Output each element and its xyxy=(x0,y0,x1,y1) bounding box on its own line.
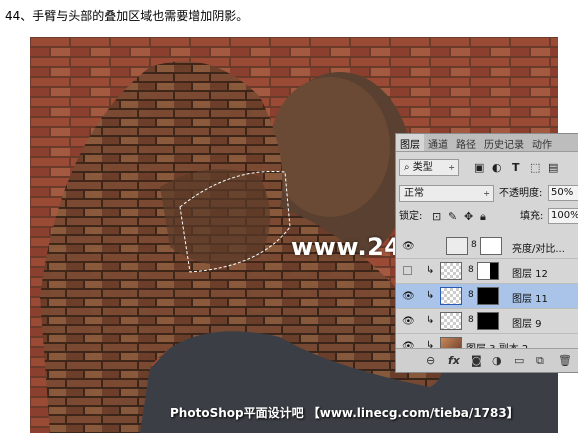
eye-hidden-icon[interactable] xyxy=(403,266,412,275)
mask-thumbnail xyxy=(477,262,499,280)
opacity-field[interactable]: 50% xyxy=(548,185,578,201)
move-icon[interactable]: ✥ xyxy=(464,210,473,224)
chevron-icon: ÷ xyxy=(448,163,455,172)
shape-icon[interactable]: ⬚ xyxy=(530,161,540,175)
eye-icon[interactable]: 👁︎ xyxy=(402,241,415,252)
link-icon[interactable]: 8 xyxy=(468,265,474,275)
layer-name: 图层 11 xyxy=(512,294,548,305)
lock-icon[interactable]: 🔒︎ xyxy=(480,210,486,224)
clip-arrow-icon: ↳ xyxy=(426,315,435,326)
clip-arrow-icon: ↳ xyxy=(426,265,435,276)
layer-name: 亮度/对比... xyxy=(512,244,565,255)
blend-mode-value: 正常 xyxy=(404,188,424,199)
type-icon[interactable]: T xyxy=(512,161,520,175)
layer-filter-select[interactable]: ⌕ 类型 ÷ xyxy=(399,159,459,176)
eye-icon[interactable]: 👁︎ xyxy=(402,291,415,302)
adjustment-icon[interactable]: ◐ xyxy=(492,161,502,175)
image-icon[interactable]: ▣ xyxy=(474,161,484,175)
layer-row[interactable]: 👁︎ ↳ 8 图层 9 xyxy=(396,309,578,334)
trash-icon[interactable]: 🗑︎ xyxy=(558,354,572,367)
lock-label: 锁定: xyxy=(399,211,423,222)
mask-thumbnail xyxy=(480,237,502,255)
folder-icon[interactable]: ▭ xyxy=(514,354,524,367)
layer-thumbnail xyxy=(440,262,462,280)
link-icon[interactable]: ⊖ xyxy=(426,354,435,367)
blend-row: 正常 ÷ 不透明度: 50% xyxy=(396,182,578,204)
adjustment-icon[interactable]: ◑ xyxy=(492,354,502,367)
adjustment-thumbnail xyxy=(446,237,468,255)
fill-field[interactable]: 100% xyxy=(548,208,578,224)
link-icon[interactable]: 8 xyxy=(471,240,477,250)
clip-arrow-icon: ↳ xyxy=(426,290,435,301)
tab-channels[interactable]: 通道 xyxy=(424,134,452,151)
layer-row[interactable]: ↳ 8 图层 12 xyxy=(396,259,578,284)
blend-mode-select[interactable]: 正常 ÷ xyxy=(399,185,494,202)
tab-history[interactable]: 历史记录 xyxy=(480,134,528,151)
filter-label: 类型 xyxy=(412,162,433,173)
smart-object-icon[interactable]: ▤ xyxy=(548,161,558,175)
layer-name: 图层 12 xyxy=(512,269,548,280)
lock-row: 锁定: ⊡ ✎ ✥ 🔒︎ 填充: 100% xyxy=(396,206,578,228)
lock-transparent-icon[interactable]: ⊡ xyxy=(432,210,441,224)
eye-icon[interactable]: 👁︎ xyxy=(402,316,415,327)
fill-label: 填充: xyxy=(520,211,544,222)
panel-tabs: 图层 通道 路径 历史记录 动作 xyxy=(396,134,578,152)
layers-panel: 图层 通道 路径 历史记录 动作 ⌕ 类型 ÷ ▣ ◐ T ⬚ ▤ 正常 ÷ 不… xyxy=(395,133,578,373)
tab-layers[interactable]: 图层 xyxy=(396,134,424,151)
layer-thumbnail xyxy=(440,287,462,305)
link-icon[interactable]: 8 xyxy=(468,290,474,300)
layer-thumbnail xyxy=(440,312,462,330)
brush-icon[interactable]: ✎ xyxy=(448,210,457,224)
layer-name: 图层 9 xyxy=(512,319,542,330)
mask-thumbnail xyxy=(477,287,499,305)
chevron-icon: ÷ xyxy=(483,189,490,198)
fx-icon[interactable]: fx xyxy=(448,354,460,367)
mask-icon[interactable]: ◙ xyxy=(471,354,482,367)
new-layer-icon[interactable]: ⧉ xyxy=(536,354,544,368)
tab-actions[interactable]: 动作 xyxy=(528,134,556,151)
step-caption: 44、手臂与头部的叠加区域也需要增加阴影。 xyxy=(5,9,249,23)
mask-thumbnail xyxy=(477,312,499,330)
layer-row[interactable]: 👁︎ 8 亮度/对比... xyxy=(396,234,578,259)
panel-bottom-bar: ⊖ fx ◙ ◑ ▭ ⧉ 🗑︎ xyxy=(396,348,578,372)
layers-list: 👁︎ 8 亮度/对比... ↳ 8 图层 12 👁︎ ↳ 8 图层 11 👁︎ … xyxy=(396,234,578,359)
search-icon: ⌕ xyxy=(404,162,410,173)
layer-row-selected[interactable]: 👁︎ ↳ 8 图层 11 xyxy=(396,284,578,309)
tab-paths[interactable]: 路径 xyxy=(452,134,480,151)
filter-row: ⌕ 类型 ÷ ▣ ◐ T ⬚ ▤ xyxy=(396,156,578,178)
credit-text: PhotoShop平面设计吧 【www.linecg.com/tieba/178… xyxy=(170,406,519,420)
link-icon[interactable]: 8 xyxy=(468,315,474,325)
opacity-label: 不透明度: xyxy=(499,188,543,199)
